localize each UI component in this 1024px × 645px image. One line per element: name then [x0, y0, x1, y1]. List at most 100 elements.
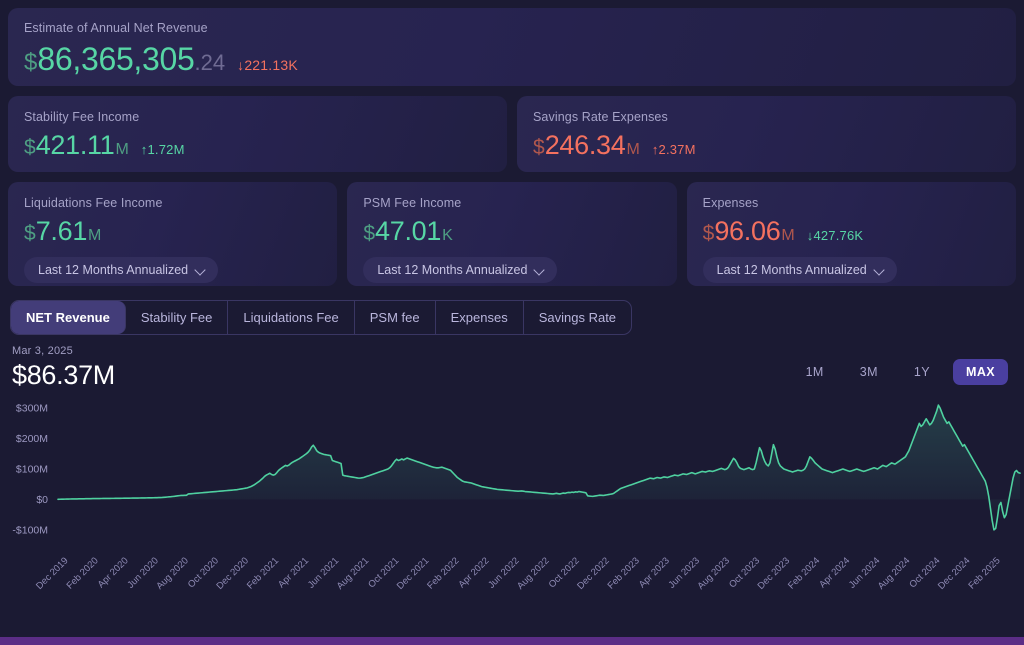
- range-max[interactable]: MAX: [953, 359, 1008, 385]
- x-axis-label: Dec 2023: [756, 555, 793, 592]
- value-unit: M: [88, 227, 101, 245]
- x-axis-label: Aug 2022: [515, 555, 552, 592]
- card-value: $7.61M: [24, 216, 101, 247]
- x-axis-label: Apr 2024: [817, 555, 852, 590]
- kpi-row-three: Liquidations Fee Income $7.61M Last 12 M…: [8, 182, 1016, 286]
- currency-symbol: $: [24, 49, 37, 77]
- chevron-down-icon: [535, 265, 545, 275]
- value-number: 96.06: [714, 216, 780, 247]
- range-1m[interactable]: 1M: [793, 359, 837, 385]
- x-axis-label: Dec 2024: [936, 555, 973, 592]
- x-axis-label: Dec 2021: [395, 555, 432, 592]
- x-axis-label: Feb 2025: [966, 555, 1002, 591]
- value-unit: K: [442, 227, 453, 245]
- card-expenses: Expenses $96.06M ↓427.76K Last 12 Months…: [687, 182, 1016, 286]
- value-number: 86,365,305: [37, 41, 194, 78]
- x-axis-label: Aug 2024: [876, 555, 913, 592]
- x-axis-label: Feb 2021: [245, 555, 281, 591]
- chart-line-net-revenue: [58, 405, 1020, 530]
- metric-tabs: NET RevenueStability FeeLiquidations Fee…: [10, 300, 632, 335]
- card-value-line: $47.01K: [363, 216, 660, 247]
- card-label: Liquidations Fee Income: [24, 196, 321, 210]
- currency-symbol: $: [533, 136, 545, 160]
- card-value-line: $86,365,305.24 ↓221.13K: [24, 41, 1000, 78]
- delta-badge: ↓427.76K: [807, 228, 864, 243]
- card-stability-fee-income: Stability Fee Income $421.11M ↑1.72M: [8, 96, 507, 172]
- value-number: 246.34: [545, 130, 626, 161]
- card-value: $96.06M: [703, 216, 795, 247]
- value-number: 421.11: [36, 130, 115, 161]
- x-axis-label: Aug 2023: [695, 555, 732, 592]
- x-axis-label: Dec 2022: [575, 555, 612, 592]
- card-psm-fee-income: PSM Fee Income $47.01K Last 12 Months An…: [347, 182, 676, 286]
- dropdown-label: Last 12 Months Annualized: [38, 263, 188, 277]
- range-1y[interactable]: 1Y: [901, 359, 943, 385]
- x-axis-label: Apr 2022: [456, 555, 491, 590]
- currency-symbol: $: [703, 222, 715, 246]
- revenue-chart[interactable]: $300M$200M$100M$0-$100MDec 2019Feb 2020A…: [0, 391, 1024, 606]
- card-value-line: $421.11M ↑1.72M: [24, 130, 491, 161]
- kpi-row-two: Stability Fee Income $421.11M ↑1.72M Sav…: [8, 96, 1016, 172]
- chart-svg: $300M$200M$100M$0-$100MDec 2019Feb 2020A…: [0, 391, 1024, 606]
- currency-symbol: $: [24, 222, 36, 246]
- y-axis-label: $100M: [16, 464, 48, 476]
- period-dropdown-liquidations[interactable]: Last 12 Months Annualized: [24, 257, 218, 283]
- dashboard-page: Estimate of Annual Net Revenue $86,365,3…: [0, 0, 1024, 645]
- hero-value: $86,365,305.24: [24, 41, 225, 78]
- dropdown-label: Last 12 Months Annualized: [377, 263, 527, 277]
- value-unit: M: [781, 227, 794, 245]
- card-value-line: $7.61M: [24, 216, 321, 247]
- value-unit: M: [626, 141, 639, 159]
- y-axis-label: $200M: [16, 433, 48, 445]
- card-label: Expenses: [703, 196, 1000, 210]
- range-3m[interactable]: 3M: [847, 359, 891, 385]
- delta-badge: ↑1.72M: [141, 142, 185, 157]
- tab-psm-fee[interactable]: PSM fee: [355, 301, 436, 334]
- currency-symbol: $: [363, 222, 375, 246]
- x-axis-label: Apr 2021: [276, 555, 311, 590]
- card-label: Savings Rate Expenses: [533, 110, 1000, 124]
- value-decimal: .24: [195, 50, 226, 76]
- tab-savings-rate[interactable]: Savings Rate: [524, 301, 631, 334]
- chart-summary: Mar 3, 2025 $86.37M: [12, 345, 115, 391]
- period-dropdown-psm[interactable]: Last 12 Months Annualized: [363, 257, 557, 283]
- card-liquidations-fee-income: Liquidations Fee Income $7.61M Last 12 M…: [8, 182, 337, 286]
- dropdown-label: Last 12 Months Annualized: [717, 263, 867, 277]
- card-label: PSM Fee Income: [363, 196, 660, 210]
- card-savings-rate-expenses: Savings Rate Expenses $246.34M ↑2.37M: [517, 96, 1016, 172]
- currency-symbol: $: [24, 136, 36, 160]
- tab-net-revenue[interactable]: NET Revenue: [11, 301, 126, 334]
- x-axis-label: Feb 2020: [65, 555, 101, 591]
- card-label: Estimate of Annual Net Revenue: [24, 21, 1000, 35]
- y-axis-label: $300M: [16, 403, 48, 415]
- period-dropdown-expenses[interactable]: Last 12 Months Annualized: [703, 257, 897, 283]
- chart-header: Mar 3, 2025 $86.37M 1M 3M 1Y MAX: [8, 335, 1016, 391]
- tab-liquidations-fee[interactable]: Liquidations Fee: [228, 301, 354, 334]
- tab-expenses[interactable]: Expenses: [436, 301, 524, 334]
- x-axis-label: Dec 2019: [34, 555, 71, 592]
- x-axis-label: Aug 2020: [154, 555, 191, 592]
- card-label: Stability Fee Income: [24, 110, 491, 124]
- value-number: 47.01: [375, 216, 441, 247]
- x-axis-label: Apr 2023: [637, 555, 672, 590]
- tab-stability-fee[interactable]: Stability Fee: [126, 301, 229, 334]
- chevron-down-icon: [875, 265, 885, 275]
- y-axis-label: $0: [36, 494, 48, 506]
- x-axis-label: Feb 2024: [786, 555, 822, 591]
- x-axis-label: Feb 2023: [606, 555, 642, 591]
- card-annual-net-revenue: Estimate of Annual Net Revenue $86,365,3…: [8, 8, 1016, 86]
- card-value-line: $96.06M ↓427.76K: [703, 216, 1000, 247]
- value-number: 7.61: [36, 216, 87, 247]
- x-axis-label: Dec 2020: [214, 555, 251, 592]
- delta-badge: ↓221.13K: [237, 57, 298, 73]
- value-unit: M: [115, 141, 128, 159]
- chevron-down-icon: [196, 265, 206, 275]
- card-value: $421.11M: [24, 130, 129, 161]
- x-axis-label: Feb 2022: [425, 555, 461, 591]
- card-value-line: $246.34M ↑2.37M: [533, 130, 1000, 161]
- x-axis-label: Aug 2021: [335, 555, 372, 592]
- chart-date: Mar 3, 2025: [12, 345, 115, 357]
- chart-area-fill: [58, 405, 1020, 530]
- kpi-row-hero: Estimate of Annual Net Revenue $86,365,3…: [8, 8, 1016, 86]
- delta-badge: ↑2.37M: [652, 142, 696, 157]
